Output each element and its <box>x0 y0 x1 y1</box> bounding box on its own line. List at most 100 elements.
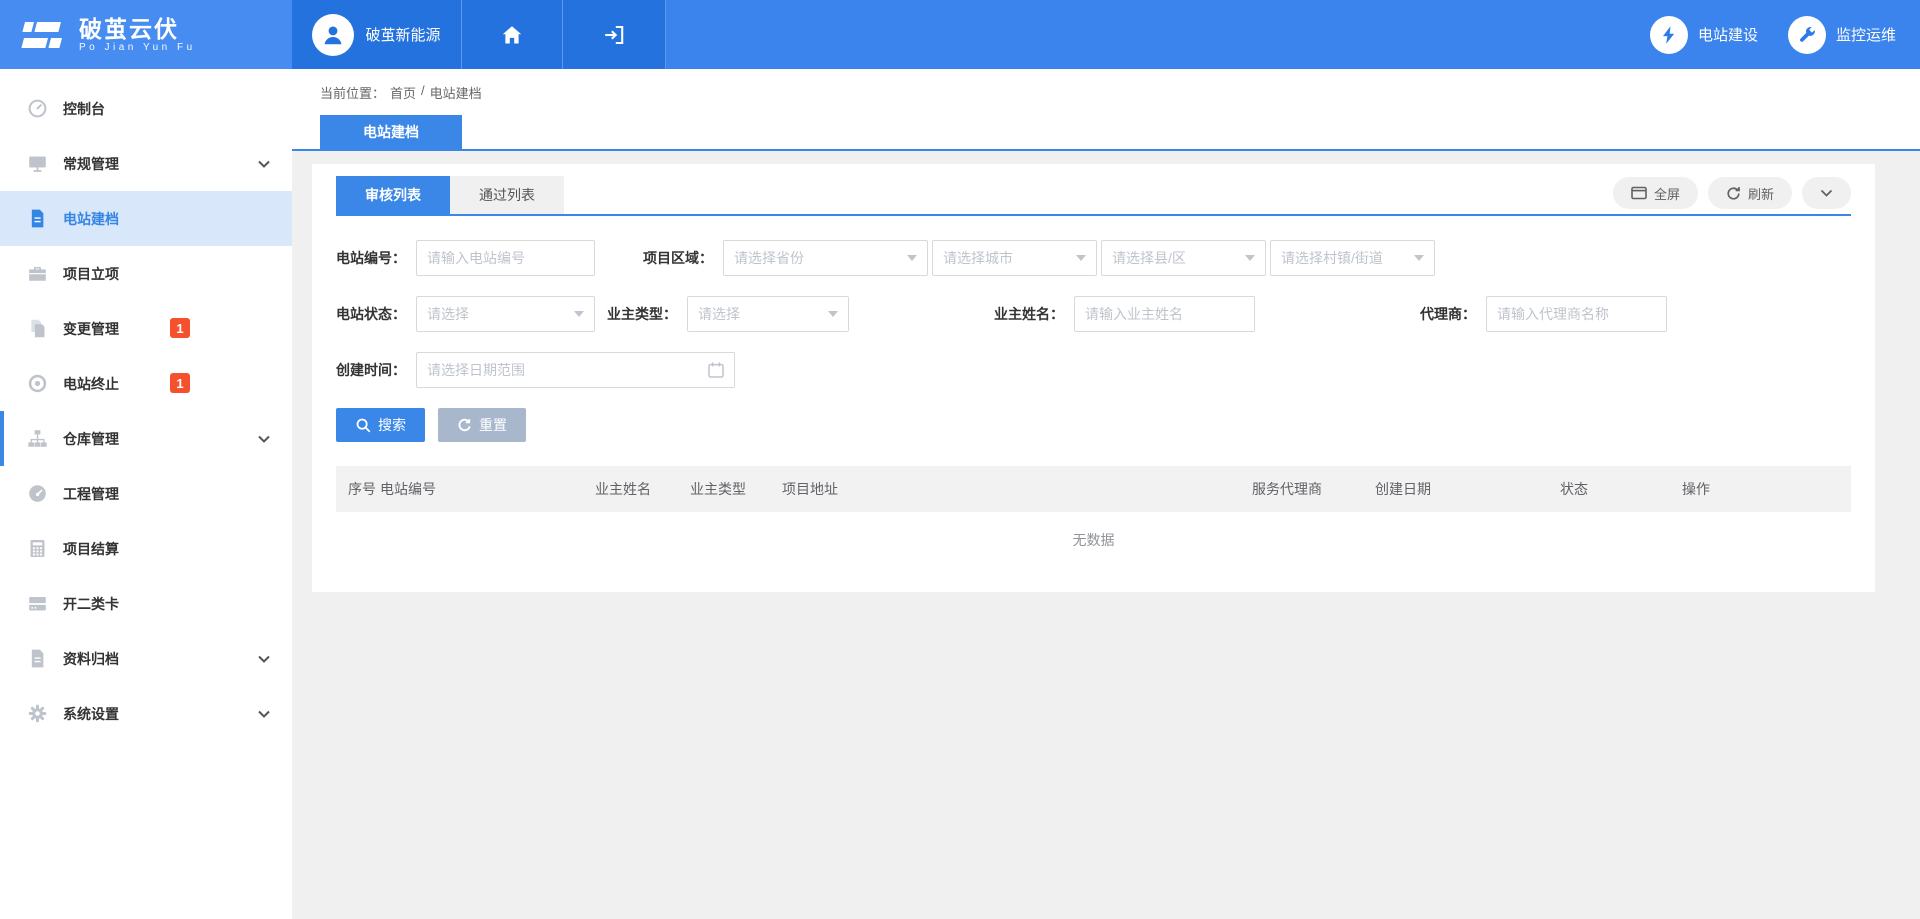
file-copy-icon <box>26 318 48 340</box>
col-actions: 操作 <box>1682 479 1851 499</box>
notification-badge: 1 <box>170 373 190 393</box>
archive-icon <box>26 648 48 670</box>
card-icon <box>26 593 48 615</box>
sidebar-item-engineering-mgmt[interactable]: 工程管理 <box>0 466 292 521</box>
filter-actions: 搜索 重置 <box>336 408 1851 442</box>
col-station-no: 电站编号 <box>380 479 595 499</box>
sidebar-scroll-thumb[interactable] <box>0 411 4 466</box>
breadcrumb-separator: / <box>421 83 425 102</box>
chevron-down-icon <box>258 655 270 663</box>
tab-review-list[interactable]: 审核列表 <box>336 176 450 214</box>
town-select[interactable]: 请选择村镇/街道 <box>1270 240 1435 276</box>
calendar-icon <box>707 361 725 379</box>
page-tab-station-archive[interactable]: 电站建档 <box>320 115 462 149</box>
wrench-icon <box>1788 16 1826 54</box>
collapse-filters-button[interactable] <box>1802 177 1851 209</box>
station-status-label: 电站状态： <box>336 304 406 324</box>
fullscreen-button[interactable]: 全屏 <box>1613 177 1698 209</box>
col-create-date: 创建日期 <box>1375 479 1560 499</box>
breadcrumb-home-link[interactable]: 首页 <box>390 83 416 102</box>
main-area: 当前位置： 首页 / 电站建档 电站建档 审核列表 通过列表 <box>292 69 1920 919</box>
sidebar-item-station-termination[interactable]: 电站终止 1 <box>0 356 292 411</box>
date-range-input[interactable] <box>416 352 735 388</box>
breadcrumb-bar: 当前位置： 首页 / 电站建档 电站建档 <box>292 69 1920 151</box>
col-service-agent: 服务代理商 <box>1252 479 1375 499</box>
station-archive-card: 审核列表 通过列表 全屏 <box>312 164 1875 592</box>
district-select[interactable]: 请选择县/区 <box>1101 240 1266 276</box>
content-area: 审核列表 通过列表 全屏 <box>292 151 1920 592</box>
station-status-select[interactable]: 请选择 <box>416 296 595 332</box>
reset-button[interactable]: 重置 <box>438 408 526 442</box>
sidebar-item-label: 控制台 <box>63 99 105 119</box>
filter-row-3: 创建时间： <box>336 352 1851 388</box>
logout-button[interactable] <box>563 0 666 69</box>
sidebar-item-change-mgmt[interactable]: 变更管理 1 <box>0 301 292 356</box>
nav-monitoring-ops[interactable]: 监控运维 <box>1788 16 1896 54</box>
chevron-down-icon <box>258 160 270 168</box>
refresh-icon <box>1726 186 1741 201</box>
agent-label: 代理商： <box>1420 304 1476 324</box>
sidebar-item-system-settings[interactable]: 系统设置 <box>0 686 292 741</box>
reset-label: 重置 <box>479 415 507 435</box>
home-button[interactable] <box>462 0 563 69</box>
sidebar-item-console[interactable]: 控制台 <box>0 81 292 136</box>
sidebar-item-general-mgmt[interactable]: 常规管理 <box>0 136 292 191</box>
dashboard-icon <box>26 98 48 120</box>
refresh-label: 刷新 <box>1748 184 1774 203</box>
sitemap-icon <box>26 428 48 450</box>
empty-state-text: 无数据 <box>336 512 1851 568</box>
header-username: 破茧新能源 <box>365 24 440 45</box>
search-icon <box>355 417 371 433</box>
date-range-picker[interactable] <box>416 352 735 388</box>
search-button[interactable]: 搜索 <box>336 408 425 442</box>
sidebar-item-label: 项目结算 <box>63 539 119 559</box>
sidebar-item-project-settlement[interactable]: 项目结算 <box>0 521 292 576</box>
lightning-icon <box>1650 16 1688 54</box>
sidebar-item-label: 资料归档 <box>63 649 119 669</box>
station-no-input[interactable] <box>416 240 595 276</box>
select-arrow-icon <box>574 311 584 317</box>
chevron-down-icon <box>258 435 270 443</box>
header-user-menu[interactable]: 破茧新能源 <box>292 0 462 69</box>
city-select[interactable]: 请选择城市 <box>932 240 1097 276</box>
document-icon <box>26 208 48 230</box>
filter-row-2: 电站状态： 请选择 业主类型： 请选择 业主姓名： 代理商： <box>336 296 1851 332</box>
sidebar-item-station-archive[interactable]: 电站建档 <box>0 191 292 246</box>
card-toolbar: 全屏 刷新 <box>1613 177 1851 209</box>
breadcrumb: 当前位置： 首页 / 电站建档 <box>320 83 1920 102</box>
sidebar-item-label: 电站建档 <box>63 209 119 229</box>
sidebar-item-label: 系统设置 <box>63 704 119 724</box>
sidebar-item-label: 常规管理 <box>63 154 119 174</box>
sidebar-item-label: 仓库管理 <box>63 429 119 449</box>
sidebar-item-label: 开二类卡 <box>63 594 119 614</box>
nav-label: 监控运维 <box>1836 24 1896 45</box>
sidebar-item-label: 项目立项 <box>63 264 119 284</box>
sidebar-item-data-archiving[interactable]: 资料归档 <box>0 631 292 686</box>
col-owner-type: 业主类型 <box>690 479 782 499</box>
sidebar-item-warehouse-mgmt[interactable]: 仓库管理 <box>0 411 292 466</box>
create-time-label: 创建时间： <box>336 360 406 380</box>
owner-name-input[interactable] <box>1074 296 1255 332</box>
sidebar-item-project-initiation[interactable]: 项目立项 <box>0 246 292 301</box>
filter-row-1: 电站编号： 项目区域： 请选择省份 请选择城市 请选择县/区 <box>336 240 1851 276</box>
brand-logo: 破茧云伏 Po Jian Yun Fu <box>0 0 292 69</box>
top-header: 破茧云伏 Po Jian Yun Fu 破茧新能源 <box>0 0 1920 69</box>
gear-icon <box>26 703 48 725</box>
monitor-icon <box>26 153 48 175</box>
nav-station-construction[interactable]: 电站建设 <box>1650 16 1758 54</box>
breadcrumb-current: 电站建档 <box>430 83 482 102</box>
col-owner-name: 业主姓名 <box>595 479 690 499</box>
refresh-button[interactable]: 刷新 <box>1708 177 1792 209</box>
briefcase-icon <box>26 263 48 285</box>
owner-type-select[interactable]: 请选择 <box>687 296 849 332</box>
col-status: 状态 <box>1560 479 1682 499</box>
sidebar-item-label: 变更管理 <box>63 319 119 339</box>
nav-label: 电站建设 <box>1698 24 1758 45</box>
tab-passed-list[interactable]: 通过列表 <box>450 176 564 214</box>
select-arrow-icon <box>828 311 838 317</box>
agent-input[interactable] <box>1486 296 1667 332</box>
region-label: 项目区域： <box>643 248 713 268</box>
sign-out-icon <box>602 23 626 47</box>
sidebar-item-open-class2-card[interactable]: 开二类卡 <box>0 576 292 631</box>
province-select[interactable]: 请选择省份 <box>723 240 928 276</box>
